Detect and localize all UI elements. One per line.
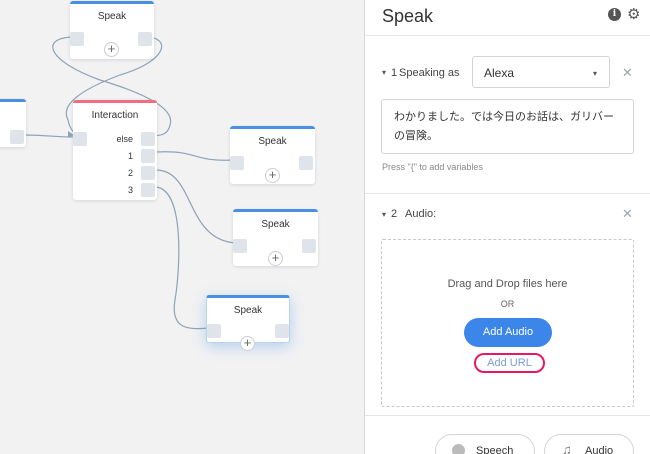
input-port[interactable] — [233, 239, 247, 253]
block-title: Interaction — [91, 110, 139, 121]
properties-panel: Speak i ⚙ ▾ 1 Speaking as Alexa ▾ ✕ わかりま… — [364, 0, 650, 454]
gear-icon[interactable]: ⚙ — [627, 5, 640, 23]
output-port[interactable] — [299, 156, 313, 170]
speech-text-input[interactable]: わかりました。では今日のお話は、ガリバーの冒険。 — [381, 99, 634, 154]
add-step-button[interactable]: + — [240, 336, 255, 351]
add-audio-step-label: Audio — [585, 445, 614, 454]
panel-title: Speak — [382, 6, 434, 26]
speech-icon — [452, 444, 465, 454]
section-index: 2 — [391, 208, 398, 220]
collapse-caret-icon[interactable]: ▾ — [382, 68, 386, 77]
add-audio-button[interactable]: Add Audio — [464, 318, 552, 347]
add-speech-label: Speech — [476, 445, 514, 454]
block-title: Speak — [233, 305, 263, 316]
variables-hint: Press "{" to add variables — [382, 162, 483, 172]
add-step-button[interactable]: + — [268, 251, 283, 266]
block-title: Speak — [261, 219, 290, 230]
input-port[interactable] — [207, 324, 221, 338]
voice-select[interactable]: Alexa ▾ — [472, 56, 610, 88]
wire-choice-2 — [155, 169, 237, 244]
output-port[interactable] — [138, 32, 152, 46]
choice-label-3: 3 — [127, 185, 133, 195]
audio-dropzone[interactable]: Drag and Drop files here OR Add Audio Ad… — [381, 239, 634, 407]
section-index: 1 — [391, 67, 398, 79]
add-audio-step-button[interactable]: ♫ Audio — [544, 434, 634, 454]
input-port[interactable] — [230, 156, 244, 170]
input-port[interactable] — [73, 132, 87, 146]
speak-block-3[interactable]: Speak + — [233, 209, 318, 266]
info-icon[interactable]: i — [608, 8, 621, 21]
wire-choice-3 — [155, 186, 209, 330]
add-step-button[interactable]: + — [104, 42, 119, 57]
interaction-block[interactable]: Interaction else 1 2 3 — [73, 100, 157, 200]
audio-section: ▾ 2 Audio: ✕ Drag and Drop files here OR… — [365, 194, 650, 416]
choice-label-2: 2 — [127, 168, 133, 178]
chevron-down-icon: ▾ — [592, 69, 597, 78]
block-title: Speak — [258, 136, 287, 147]
add-step-button[interactable]: + — [265, 168, 280, 183]
output-port[interactable] — [275, 324, 289, 338]
dropzone-or: OR — [500, 299, 515, 309]
remove-section-icon[interactable]: ✕ — [622, 65, 633, 81]
music-note-icon: ♫ — [562, 442, 572, 454]
collapse-caret-icon[interactable]: ▾ — [382, 210, 386, 219]
choice-label-else: else — [116, 134, 133, 144]
add-url-link[interactable]: Add URL — [474, 353, 545, 373]
flow-canvas[interactable]: Speak + Interaction else 1 2 3 Speak + S… — [0, 0, 364, 454]
left-partial-block[interactable] — [0, 99, 26, 147]
dropzone-text: Drag and Drop files here — [447, 278, 568, 290]
speak-block-top[interactable]: Speak + — [70, 1, 154, 59]
choice-port-2[interactable] — [141, 166, 155, 180]
speech-section: ▾ 1 Speaking as Alexa ▾ ✕ わかりました。では今日のお話… — [365, 36, 650, 194]
choice-label-1: 1 — [127, 151, 133, 161]
voice-select-value: Alexa — [484, 66, 515, 80]
panel-header: Speak i ⚙ — [365, 0, 650, 36]
speak-block-selected[interactable]: Speak + — [206, 295, 290, 351]
choice-port-1[interactable] — [141, 149, 155, 163]
speaking-as-label: Speaking as — [399, 67, 460, 79]
remove-section-icon[interactable]: ✕ — [622, 206, 633, 222]
choice-port-3[interactable] — [141, 183, 155, 197]
output-port[interactable] — [10, 130, 24, 144]
choice-port-else[interactable] — [141, 132, 155, 146]
wire-left-to-interaction — [23, 134, 75, 138]
output-port[interactable] — [302, 239, 316, 253]
block-title: Speak — [97, 11, 127, 22]
add-speech-button[interactable]: Speech — [435, 434, 535, 454]
speak-block-2[interactable]: Speak + — [230, 126, 315, 184]
wire-choice-1 — [155, 151, 236, 161]
input-port[interactable] — [70, 32, 84, 46]
audio-label: Audio: — [405, 208, 437, 220]
